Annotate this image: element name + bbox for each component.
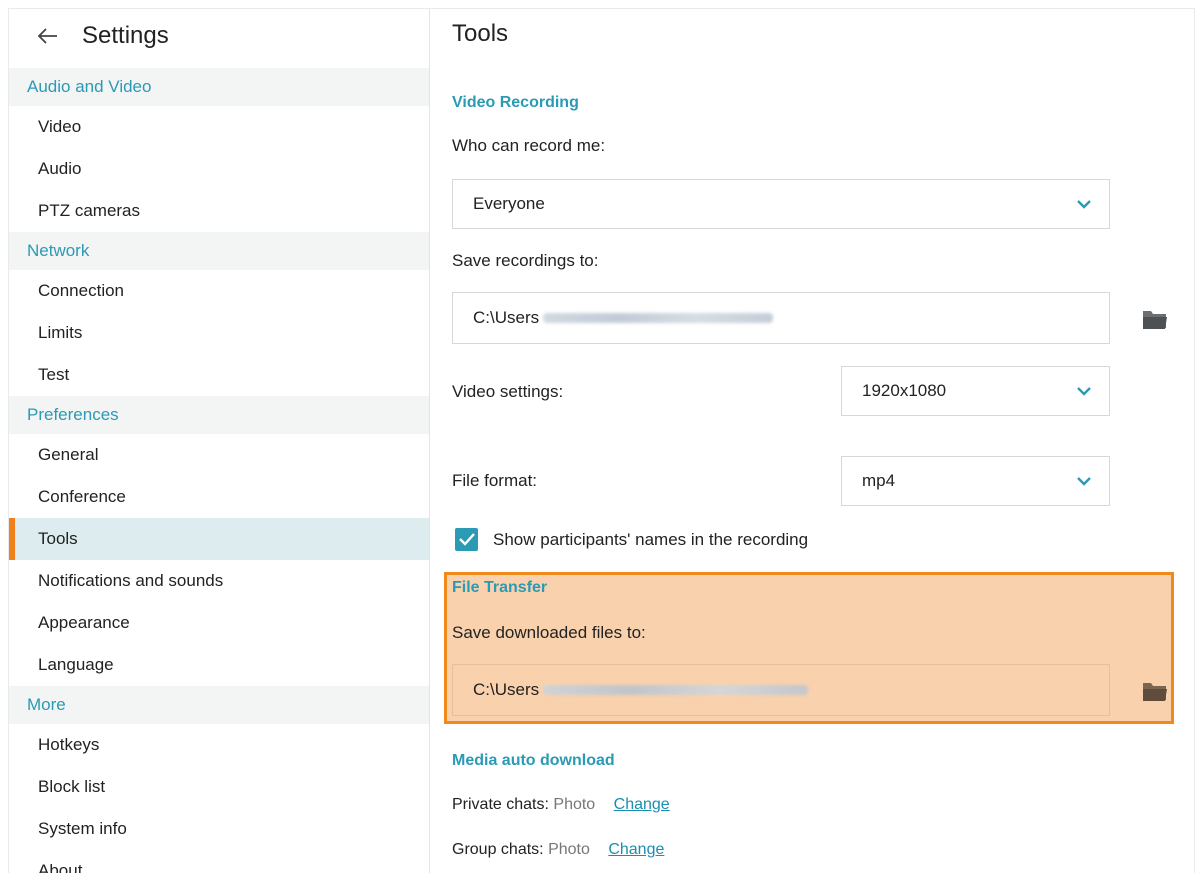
- private-chats-label: Private chats:: [452, 796, 549, 813]
- who-can-record-select[interactable]: Everyone: [452, 179, 1110, 229]
- folder-icon[interactable]: [1142, 308, 1168, 330]
- show-names-checkbox[interactable]: [455, 528, 478, 551]
- settings-sidebar: Settings Audio and Video Video Audio PTZ…: [8, 8, 429, 873]
- sidebar-title: Settings: [82, 22, 169, 49]
- chevron-down-icon: [1077, 387, 1091, 396]
- private-chats-change-link[interactable]: Change: [614, 796, 670, 813]
- nav-item-appearance[interactable]: Appearance: [8, 602, 429, 644]
- video-settings-value: 1920x1080: [862, 381, 947, 400]
- sidebar-header: Settings: [8, 8, 429, 64]
- folder-icon[interactable]: [1142, 680, 1168, 702]
- chevron-down-icon: [1077, 200, 1091, 209]
- group-chats-label: Group chats:: [452, 841, 544, 858]
- private-chats-value: Photo: [553, 796, 596, 813]
- save-downloads-label: Save downloaded files to:: [452, 623, 646, 642]
- chevron-down-icon: [1077, 477, 1091, 486]
- section-network: Network: [8, 232, 429, 270]
- nav-item-language[interactable]: Language: [8, 644, 429, 686]
- nav-item-limits[interactable]: Limits: [8, 312, 429, 354]
- file-transfer-heading: File Transfer: [452, 579, 548, 596]
- nav-item-ptz-cameras[interactable]: PTZ cameras: [8, 190, 429, 232]
- file-format-value: mp4: [862, 471, 896, 490]
- file-format-select[interactable]: mp4: [841, 456, 1110, 506]
- nav-item-block-list[interactable]: Block list: [8, 766, 429, 808]
- save-downloads-path: C:\Users: [473, 680, 540, 699]
- nav-item-connection[interactable]: Connection: [8, 270, 429, 312]
- media-auto-download-heading: Media auto download: [452, 752, 615, 769]
- section-preferences: Preferences: [8, 396, 429, 434]
- nav-item-general[interactable]: General: [8, 434, 429, 476]
- page-title: Tools: [452, 20, 509, 47]
- group-chats-row: Group chats: Photo Change: [452, 841, 664, 859]
- save-recordings-label: Save recordings to:: [452, 251, 599, 270]
- show-names-label[interactable]: Show participants' names in the recordin…: [493, 530, 808, 550]
- sidebar-divider: [429, 8, 430, 873]
- tools-panel: Tools Video Recording Who can record me:…: [452, 8, 1192, 873]
- who-can-record-label: Who can record me:: [452, 136, 606, 155]
- blurred-path: [543, 685, 809, 695]
- group-chats-change-link[interactable]: Change: [608, 841, 664, 858]
- back-arrow-icon[interactable]: [38, 25, 60, 47]
- video-settings-select[interactable]: 1920x1080: [841, 366, 1110, 416]
- nav-item-hotkeys[interactable]: Hotkeys: [8, 724, 429, 766]
- nav-item-conference[interactable]: Conference: [8, 476, 429, 518]
- video-recording-heading: Video Recording: [452, 94, 579, 111]
- nav-item-video[interactable]: Video: [8, 106, 429, 148]
- save-downloads-path-field[interactable]: C:\Users: [452, 664, 1110, 716]
- file-format-label: File format:: [452, 471, 538, 490]
- section-audio-and-video: Audio and Video: [8, 68, 429, 106]
- blurred-path: [543, 313, 774, 323]
- nav-item-audio[interactable]: Audio: [8, 148, 429, 190]
- save-recordings-path-field[interactable]: C:\Users: [452, 292, 1110, 344]
- group-chats-value: Photo: [548, 841, 590, 858]
- nav-item-system-info[interactable]: System info: [8, 808, 429, 850]
- who-can-record-value: Everyone: [473, 194, 545, 213]
- private-chats-row: Private chats: Photo Change: [452, 796, 670, 814]
- video-settings-label: Video settings:: [452, 382, 564, 401]
- nav-item-about[interactable]: About: [8, 850, 429, 873]
- nav-item-tools[interactable]: Tools: [8, 518, 429, 560]
- save-recordings-path: C:\Users: [473, 308, 540, 327]
- nav-item-test[interactable]: Test: [8, 354, 429, 396]
- nav-item-notifications-and-sounds[interactable]: Notifications and sounds: [8, 560, 429, 602]
- checkmark-icon: [458, 533, 475, 546]
- section-more: More: [8, 686, 429, 724]
